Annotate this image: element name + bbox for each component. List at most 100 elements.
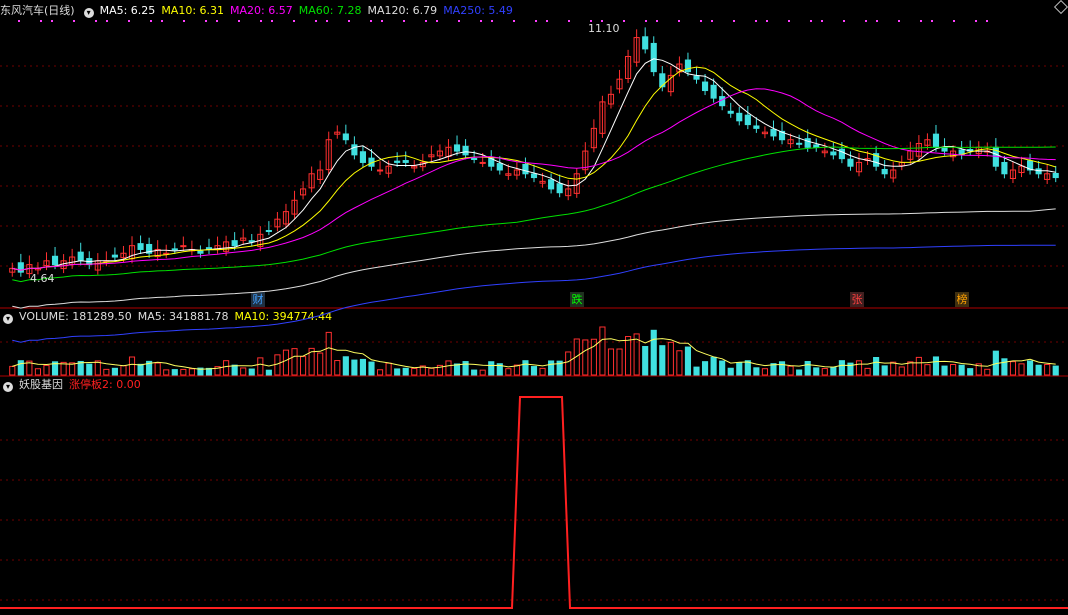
candle-body (197, 250, 204, 254)
signal-dot (260, 20, 262, 22)
volume-bar (667, 341, 674, 376)
signal-dot (766, 20, 768, 22)
volume-bar (34, 368, 42, 376)
signal-dot (623, 20, 625, 22)
signal-dot (810, 20, 812, 22)
candle-body (479, 161, 486, 164)
signal-dot (513, 20, 515, 22)
candle-body (1035, 168, 1042, 175)
signal-dot (348, 20, 350, 22)
signal-dot (238, 20, 240, 22)
candle-body (693, 75, 700, 80)
volume-bar (727, 367, 734, 376)
volume-bar (710, 356, 717, 376)
volume-bar (223, 360, 230, 376)
signal-dot (898, 20, 900, 22)
volume-bar (154, 362, 161, 376)
volume-bar (351, 359, 358, 376)
volume-bar (428, 367, 435, 376)
candle-body (1052, 172, 1059, 179)
volume-bar (128, 356, 136, 376)
candle-body (684, 59, 692, 73)
volume-bar (43, 364, 50, 376)
volume-bar (171, 369, 178, 376)
volume-bar (111, 367, 118, 376)
signal-dot (381, 20, 383, 22)
volume-bar (599, 326, 606, 376)
volume-bar (248, 368, 255, 376)
signal-dot (535, 20, 537, 22)
volume-bar (736, 362, 743, 376)
signal-dot (95, 20, 97, 22)
candle-body (847, 158, 854, 167)
volume-bar (342, 356, 349, 376)
volume-bar (488, 361, 495, 376)
candle-body (804, 138, 811, 148)
volume-bar (659, 345, 666, 376)
signal-dot (546, 20, 548, 22)
volume-bar (9, 365, 16, 376)
stock-chart[interactable]: 11.10 4.64 (0, 0, 1068, 615)
candle-body (111, 254, 118, 258)
signal-dot (128, 20, 130, 22)
volume-bar (257, 357, 264, 376)
volume-bar (376, 369, 384, 376)
volume-bar (838, 360, 845, 376)
volume-bar (120, 365, 127, 376)
volume-bar (188, 368, 195, 376)
signal-dot (931, 20, 933, 22)
signal-dot (590, 20, 592, 22)
signal-dot (986, 20, 988, 22)
volume-bar (616, 348, 623, 376)
volume-bar (334, 360, 341, 376)
signal-dot (821, 20, 823, 22)
candle-body (830, 151, 837, 156)
signal-dot (678, 20, 680, 22)
volume-bar (778, 361, 786, 376)
volume-bar (1035, 364, 1042, 376)
signal-dot (920, 20, 922, 22)
volume-bar (505, 368, 512, 376)
signal-dot (315, 20, 317, 22)
signal-dot (953, 20, 955, 22)
volume-bar (881, 365, 888, 376)
limit-up-signal-line (0, 396, 1068, 609)
volume-bar (394, 368, 401, 376)
signal-dot (601, 20, 603, 22)
high-price-label: 11.10 (588, 22, 620, 35)
candle-body (796, 142, 803, 145)
candle-body (548, 179, 555, 190)
volume-bar (941, 365, 948, 376)
candle-body (171, 248, 178, 251)
volume-bar (804, 361, 811, 376)
candle-body (659, 73, 666, 88)
candle-body (932, 133, 940, 148)
volume-bar (180, 368, 187, 376)
candle-body (556, 183, 563, 194)
volume-bar (385, 362, 392, 376)
candle-body (265, 230, 272, 233)
volume-bar (1009, 361, 1017, 376)
candle-body (1001, 161, 1008, 175)
candle-body (736, 112, 743, 122)
volume-bar (701, 361, 709, 376)
volume-bar (967, 368, 974, 376)
volume-bar (830, 366, 837, 376)
signal-dot (271, 20, 273, 22)
volume-bar (137, 363, 144, 376)
volume-bar (445, 360, 452, 376)
volume-bar (411, 367, 418, 376)
signal-dot (700, 20, 702, 22)
candle-body (342, 133, 349, 141)
signal-dot (326, 20, 328, 22)
volume-bar (317, 352, 324, 376)
candle-body (522, 163, 529, 175)
signal-dot (205, 20, 207, 22)
volume-bar (1018, 363, 1025, 376)
candle-body (180, 245, 187, 248)
volume-bar (719, 360, 726, 376)
signal-dot (711, 20, 713, 22)
volume-bar (522, 360, 529, 376)
volume-bar (676, 350, 683, 376)
candle-body (701, 81, 709, 92)
